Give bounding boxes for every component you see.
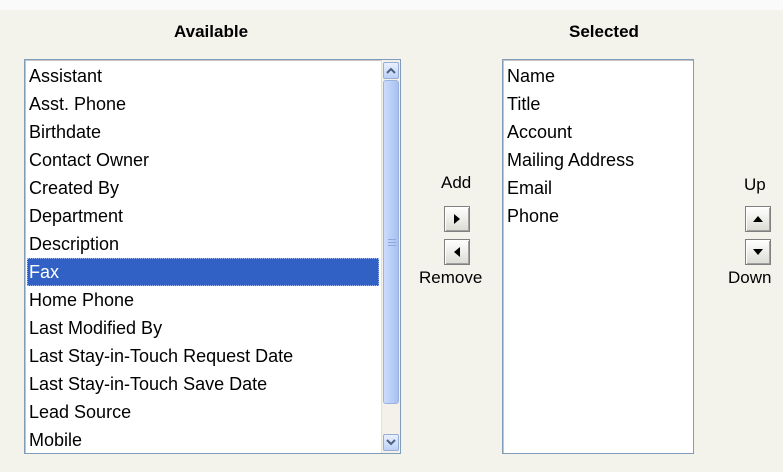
list-item[interactable]: Mailing Address	[505, 146, 689, 174]
list-item[interactable]: Phone	[505, 202, 689, 230]
list-item[interactable]: Mobile	[27, 426, 379, 454]
arrow-right-icon	[454, 214, 460, 224]
list-item[interactable]: Last Modified By	[27, 314, 379, 342]
list-item[interactable]: Contact Owner	[27, 146, 379, 174]
list-item[interactable]: Lead Source	[27, 398, 379, 426]
column-picker-panel: Available Selected Assistant Asst. Phone B…	[8, 10, 783, 472]
available-scrollbar[interactable]	[381, 60, 400, 453]
move-down-button[interactable]	[745, 239, 771, 265]
remove-button[interactable]	[444, 239, 470, 265]
selected-list[interactable]: Name Title Account Mailing Address Email Phon…	[502, 59, 694, 454]
list-item[interactable]: Account	[505, 118, 689, 146]
list-item[interactable]: Assistant	[27, 62, 379, 90]
list-item[interactable]: Asst. Phone	[27, 90, 379, 118]
list-item[interactable]: Last Stay-in-Touch Request Date	[27, 342, 379, 370]
list-item[interactable]: Fax	[27, 258, 379, 286]
scroll-down-button[interactable]	[383, 434, 399, 451]
list-item[interactable]: Birthdate	[27, 118, 379, 146]
remove-label: Remove	[419, 268, 483, 287]
chevron-up-icon	[386, 67, 396, 74]
top-strip	[0, 0, 783, 10]
selected-header: Selected	[569, 22, 639, 41]
add-button[interactable]	[444, 206, 470, 232]
list-item[interactable]: Created By	[27, 174, 379, 202]
scroll-thumb[interactable]	[383, 80, 399, 404]
arrow-down-icon	[753, 249, 763, 255]
down-label: Down	[728, 268, 772, 287]
list-item[interactable]: Last Stay-in-Touch Save Date	[27, 370, 379, 398]
add-label: Add	[441, 173, 472, 192]
list-item[interactable]: Department	[27, 202, 379, 230]
scroll-up-button[interactable]	[383, 62, 399, 79]
up-label: Up	[744, 175, 766, 194]
list-item[interactable]: Name	[505, 62, 689, 90]
list-item[interactable]: Description	[27, 230, 379, 258]
list-item[interactable]: Home Phone	[27, 286, 379, 314]
available-header: Available	[174, 22, 249, 41]
arrow-up-icon	[753, 216, 763, 222]
list-item[interactable]: Title	[505, 90, 689, 118]
arrow-left-icon	[454, 247, 460, 257]
available-list[interactable]: Assistant Asst. Phone Birthdate Contact Own…	[24, 59, 401, 454]
grip-icon	[388, 239, 396, 247]
chevron-down-icon	[386, 439, 396, 446]
list-item[interactable]: Email	[505, 174, 689, 202]
move-up-button[interactable]	[745, 206, 771, 232]
